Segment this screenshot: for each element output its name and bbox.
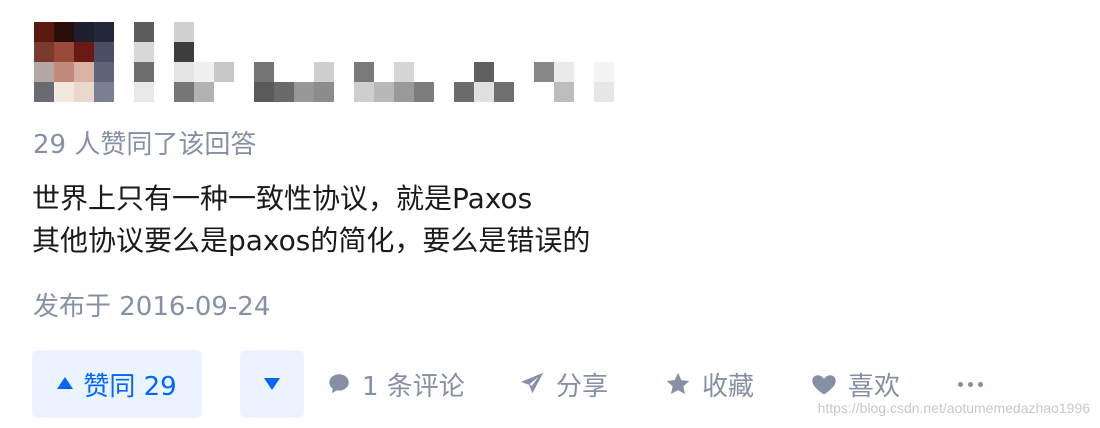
answer-content-line: 其他协议要么是paxos的简化，要么是错误的 xyxy=(32,224,591,257)
upvote-button[interactable]: 赞同 29 xyxy=(32,350,202,418)
name-pixel xyxy=(214,62,234,82)
downvote-button[interactable] xyxy=(240,350,304,418)
name-pixel xyxy=(134,82,154,102)
name-pixel xyxy=(554,82,574,102)
name-pixel xyxy=(314,82,334,102)
name-pixel xyxy=(174,42,194,62)
name-pixel xyxy=(174,22,194,42)
name-pixel xyxy=(594,82,614,102)
avatar-pixel xyxy=(74,62,94,82)
name-pixel xyxy=(294,82,314,102)
name-pixel xyxy=(134,22,154,42)
paper-plane-icon xyxy=(520,372,544,394)
name-pixel xyxy=(554,62,574,82)
name-pixel xyxy=(414,82,434,102)
name-pixel xyxy=(474,62,494,82)
watermark: https://blog.csdn.net/aotumemedazhao1996 xyxy=(817,400,1090,416)
vote-summary: 29 人赞同了该回答 xyxy=(33,130,257,160)
avatar-pixel xyxy=(34,42,54,62)
avatar-pixel xyxy=(74,82,94,102)
avatar-pixel xyxy=(94,62,114,82)
name-pixel xyxy=(394,82,414,102)
comment-label: 1 条评论 xyxy=(362,371,465,402)
name-pixel xyxy=(534,62,554,82)
name-pixel xyxy=(474,82,494,102)
star-icon xyxy=(666,372,690,395)
name-pixel xyxy=(174,62,194,82)
favorite-button[interactable]: 收藏 xyxy=(664,350,754,418)
heart-icon xyxy=(812,375,836,395)
name-pixel xyxy=(134,62,154,82)
avatar-pixel xyxy=(54,62,74,82)
more-dot xyxy=(968,381,973,387)
avatar-pixel xyxy=(94,22,114,42)
name-pixel xyxy=(254,62,274,82)
share-label: 分享 xyxy=(556,371,609,402)
name-pixel xyxy=(254,82,274,102)
name-pixel xyxy=(594,62,614,82)
triangle-up-icon xyxy=(57,377,74,389)
name-pixel xyxy=(174,82,194,102)
publish-time[interactable]: 发布于 2016-09-24 xyxy=(33,289,270,325)
name-pixel xyxy=(314,62,334,82)
name-pixel xyxy=(194,62,214,82)
name-pixel xyxy=(374,82,394,102)
avatar-pixel xyxy=(34,62,54,82)
more-dots-icon xyxy=(958,381,963,387)
author-info-pixelated xyxy=(34,22,654,104)
name-pixel xyxy=(354,62,374,82)
avatar-pixel xyxy=(54,22,74,42)
avatar-pixel xyxy=(54,42,74,62)
more-dot xyxy=(978,381,983,387)
favorite-label: 收藏 xyxy=(702,371,755,402)
triangle-down-icon xyxy=(264,378,280,390)
name-pixel xyxy=(354,82,374,102)
answer-content-line: 世界上只有一种一致性协议，就是Paxos xyxy=(32,182,533,215)
answer-content: 世界上只有一种一致性协议，就是Paxos 其他协议要么是paxos的简化，要么是… xyxy=(32,178,590,262)
share-button[interactable]: 分享 xyxy=(518,350,608,418)
avatar-pixel xyxy=(54,82,74,102)
name-pixel xyxy=(274,82,294,102)
name-pixel xyxy=(494,82,514,102)
name-pixel xyxy=(454,82,474,102)
avatar-pixel xyxy=(94,82,114,102)
speech-bubble-icon xyxy=(329,374,349,394)
name-pixel xyxy=(134,42,154,62)
avatar-pixel xyxy=(74,42,94,62)
upvote-label: 赞同 29 xyxy=(83,371,177,402)
name-pixel xyxy=(394,62,414,82)
avatar-pixel xyxy=(74,22,94,42)
avatar-pixel xyxy=(34,82,54,102)
comment-button[interactable]: 1 条评论 xyxy=(326,350,465,418)
name-pixel xyxy=(194,82,214,102)
avatar-pixel xyxy=(94,42,114,62)
avatar-pixel xyxy=(34,22,54,42)
like-label: 喜欢 xyxy=(848,371,901,402)
